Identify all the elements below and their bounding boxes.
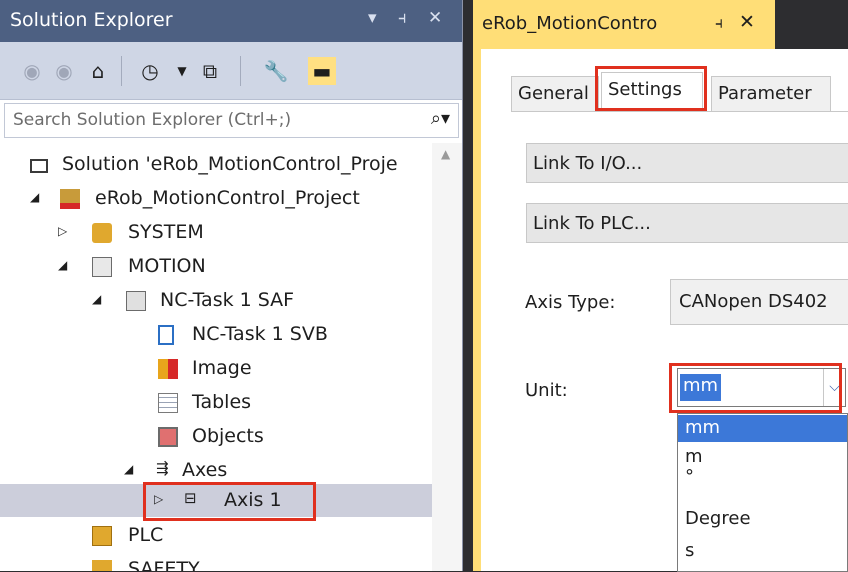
pin-toolbar-icon[interactable]: ▬ [308, 57, 336, 85]
unit-label: Unit: [525, 380, 568, 401]
document-pane: eRob_MotionContro ⫞ ✕ General Settings P… [473, 0, 848, 572]
toolbar-separator [240, 56, 241, 86]
axis-type-label: Axis Type: [525, 292, 616, 313]
back-icon[interactable]: ◉ [18, 57, 46, 85]
axis-type-value: CANopen DS402 [679, 291, 828, 312]
button-label: Link To I/O... [533, 153, 643, 174]
expanded-arrow-icon[interactable]: ◢ [124, 462, 133, 476]
solution-explorer-toolbar: ◉ ◉ ⌂ ◷ ▼ ⧉ 🔧 ▬ [0, 42, 462, 100]
unit-option[interactable]: m [678, 444, 847, 470]
unit-option[interactable]: ° [678, 466, 847, 496]
close-icon[interactable]: ✕ [428, 8, 442, 28]
dropdown-icon[interactable]: ▼ [168, 57, 196, 85]
tree-item-label: eRob_MotionControl_Project [95, 187, 360, 209]
unit-option[interactable]: Degree [678, 506, 847, 534]
tree-item-plc[interactable]: PLC [0, 520, 440, 552]
pane-title: Solution Explorer [10, 9, 173, 31]
search-input[interactable]: Search Solution Explorer (Ctrl+;) ⌕▾ [4, 103, 459, 138]
tab-general[interactable]: General [511, 76, 599, 111]
tree-item-image[interactable]: Image [0, 353, 440, 385]
document-tab-strip: eRob_MotionContro ⫞ ✕ [473, 0, 848, 49]
search-placeholder: Search Solution Explorer (Ctrl+;) [13, 110, 292, 130]
pin-icon[interactable]: ⫞ [398, 8, 407, 28]
system-icon [92, 223, 112, 243]
document-tab[interactable]: eRob_MotionContro ⫞ ✕ [473, 0, 775, 49]
tree-item-system[interactable]: ▷ SYSTEM [0, 217, 440, 249]
expanded-arrow-icon[interactable]: ◢ [30, 190, 39, 204]
axes-icon: ⇶ [156, 459, 169, 477]
tree-item-label: Objects [192, 425, 264, 447]
motion-icon [92, 257, 112, 277]
image-icon [158, 359, 178, 379]
link-to-plc-button[interactable]: Link To PLC... [526, 203, 848, 243]
forward-icon[interactable]: ◉ [50, 57, 78, 85]
safety-icon [92, 560, 112, 571]
toolbar-separator [121, 56, 122, 86]
search-icon[interactable]: ⌕▾ [431, 108, 450, 129]
nc-task-icon [126, 291, 146, 311]
plc-icon [92, 526, 112, 546]
option-label: Degree [685, 508, 751, 529]
axis-type-field: CANopen DS402 [670, 279, 848, 325]
tree-item-label: Axes [182, 459, 228, 481]
tree-item-label: Tables [192, 391, 252, 413]
tab-label: General [518, 83, 589, 104]
tree-item-objects[interactable]: Objects [0, 421, 440, 453]
svb-icon [158, 325, 174, 345]
link-to-io-button[interactable]: Link To I/O... [526, 143, 848, 183]
collapse-icon[interactable]: ⧉ [196, 57, 224, 85]
solution-explorer-title-bar: Solution Explorer ▾ ⫞ ✕ [0, 0, 462, 42]
tree-item-label: PLC [128, 524, 164, 546]
tree-item-label: NC-Task 1 SAF [160, 289, 295, 311]
home-icon[interactable]: ⌂ [84, 57, 112, 85]
axis-settings-panel: General Settings Parameter Link To I/O..… [473, 49, 848, 572]
properties-icon[interactable]: 🔧 [262, 57, 290, 85]
unit-dropdown-list: mm m ° Degree s [677, 413, 848, 572]
tree-item-label: NC-Task 1 SVB [192, 323, 328, 345]
tree-item-nc-task-svb[interactable]: NC-Task 1 SVB [0, 319, 440, 351]
document-tab-title: eRob_MotionContro [482, 13, 658, 34]
expanded-arrow-icon[interactable]: ◢ [58, 258, 67, 272]
tree-item-nc-task-saf[interactable]: ◢ NC-Task 1 SAF [0, 285, 440, 317]
tree-item-label: SYSTEM [128, 221, 204, 243]
tree-item-label: MOTION [128, 255, 206, 277]
option-label: mm [685, 417, 721, 438]
option-label: ° [685, 466, 694, 487]
tree-item-label: SAFETY [128, 558, 200, 571]
tree-item-label: Image [192, 357, 252, 379]
tab-parameter[interactable]: Parameter [711, 76, 831, 111]
unit-option[interactable]: mm [678, 415, 847, 442]
tree-item-safety[interactable]: SAFETY [0, 554, 440, 571]
option-label: s [685, 540, 695, 561]
collapsed-arrow-icon[interactable]: ▷ [58, 224, 67, 238]
tree-item-motion[interactable]: ◢ MOTION [0, 251, 440, 283]
vertical-scrollbar[interactable]: ▲ [432, 143, 462, 571]
pin-icon[interactable]: ⫞ [715, 13, 723, 33]
solution-icon [30, 159, 48, 173]
scroll-up-icon[interactable]: ▲ [441, 147, 450, 161]
tree-item-project[interactable]: ◢ eRob_MotionControl_Project [0, 183, 440, 215]
expanded-arrow-icon[interactable]: ◢ [92, 292, 101, 306]
button-label: Link To PLC... [533, 213, 651, 234]
tree-item-solution[interactable]: Solution 'eRob_MotionControl_Proje [0, 149, 440, 181]
option-label: m [685, 446, 703, 467]
tab-label: Parameter [718, 83, 812, 104]
tab-divider [511, 111, 848, 112]
solution-explorer-pane: Solution Explorer ▾ ⫞ ✕ ◉ ◉ ⌂ ◷ ▼ ⧉ 🔧 ▬ … [0, 0, 463, 571]
history-icon[interactable]: ◷ [136, 57, 164, 85]
tree-item-label: Solution 'eRob_MotionControl_Proje [62, 153, 398, 175]
dropdown-icon[interactable]: ▾ [368, 8, 377, 28]
tables-icon [158, 393, 178, 413]
objects-icon [158, 427, 178, 447]
annotation-highlight-settings [595, 66, 707, 111]
project-icon [60, 189, 80, 209]
annotation-highlight-axis [143, 482, 316, 521]
tree-item-tables[interactable]: Tables [0, 387, 440, 419]
unit-option[interactable]: s [678, 538, 847, 566]
close-icon[interactable]: ✕ [739, 11, 755, 33]
annotation-highlight-unit [669, 363, 842, 413]
